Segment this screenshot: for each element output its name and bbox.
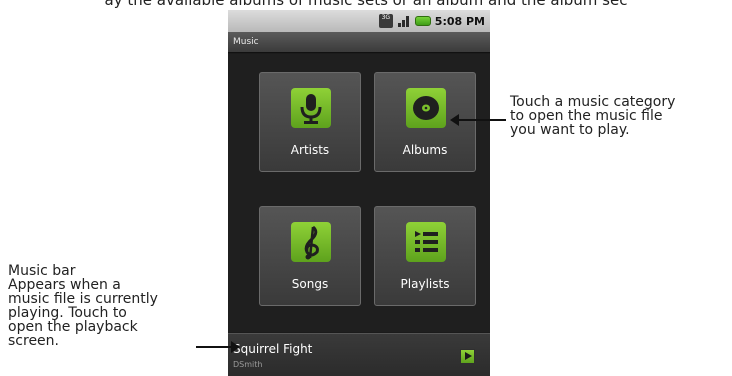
category-tile-songs[interactable]: Songs bbox=[259, 206, 361, 306]
callout-line: Music bar bbox=[8, 263, 76, 279]
callout-line: screen. bbox=[8, 333, 59, 349]
phone-screen: 3G 5:08 PM Music Artists Albums Songs Pl… bbox=[228, 10, 490, 376]
page-top-text: ay the available albums of music sets or… bbox=[104, 0, 628, 9]
callout-music-bar: Music bar Appears when a music file is c… bbox=[8, 264, 213, 348]
category-tile-albums[interactable]: Albums bbox=[374, 72, 476, 172]
callout-arrow-left bbox=[450, 114, 506, 126]
callout-line: playing. Touch to bbox=[8, 305, 127, 321]
signal-icon bbox=[397, 14, 411, 28]
music-bar[interactable]: Squirrel Fight DSmith bbox=[228, 333, 490, 376]
battery-icon bbox=[414, 16, 431, 26]
treble-clef-icon bbox=[291, 222, 331, 262]
callout-line: to open the music file bbox=[510, 108, 663, 124]
now-playing-artist: DSmith bbox=[233, 360, 263, 369]
callout-line: you want to play. bbox=[510, 122, 630, 138]
category-label: Songs bbox=[291, 277, 329, 291]
callout-line: music file is currently bbox=[8, 291, 158, 307]
app-title: Music bbox=[228, 32, 490, 53]
callout-line: open the playback bbox=[8, 319, 138, 335]
category-tile-artists[interactable]: Artists bbox=[259, 72, 361, 172]
category-label: Albums bbox=[402, 143, 448, 157]
microphone-icon bbox=[291, 88, 331, 128]
status-bar: 3G 5:08 PM bbox=[228, 10, 490, 32]
status-time: 5:08 PM bbox=[434, 14, 485, 28]
playlist-icon bbox=[406, 222, 446, 262]
category-grid: Artists Albums Songs Playlists bbox=[228, 54, 490, 332]
callout-music-category: Touch a music category to open the music… bbox=[510, 95, 732, 137]
category-label: Artists bbox=[290, 143, 330, 157]
callout-line: Touch a music category bbox=[510, 94, 676, 110]
play-icon[interactable] bbox=[460, 349, 475, 364]
network-3g-icon: 3G bbox=[378, 14, 393, 28]
disc-icon bbox=[406, 88, 446, 128]
category-label: Playlists bbox=[400, 277, 450, 291]
category-tile-playlists[interactable]: Playlists bbox=[374, 206, 476, 306]
callout-arrow-right bbox=[196, 341, 240, 353]
callout-line: Appears when a bbox=[8, 277, 121, 293]
now-playing-song: Squirrel Fight bbox=[233, 342, 313, 356]
